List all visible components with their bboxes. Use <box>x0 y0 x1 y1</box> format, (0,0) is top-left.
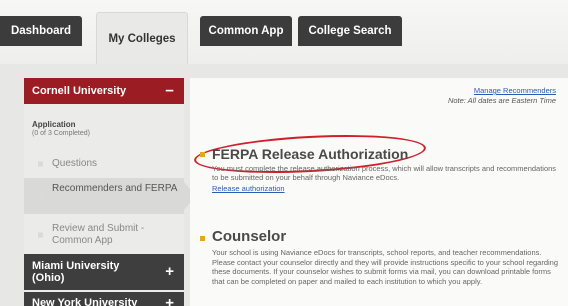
college-header-cornell[interactable]: Cornell University − <box>24 78 184 104</box>
ferpa-description: You must complete the release authorizat… <box>212 164 557 182</box>
content-panel: Cornell University − Application (0 of 3… <box>0 64 568 306</box>
section-bullet-icon <box>200 152 205 157</box>
college-name: Miami University (Ohio) <box>32 260 120 284</box>
tab-my-colleges[interactable]: My Colleges <box>96 12 188 64</box>
main-content: Manage Recommenders Note: All dates are … <box>190 78 568 306</box>
manage-recommenders-link[interactable]: Manage Recommenders <box>474 86 556 95</box>
expand-icon[interactable]: + <box>165 295 174 306</box>
step-label: Recommenders and FERPA <box>52 183 178 194</box>
college-name: New York University <box>32 297 138 306</box>
collapse-icon[interactable]: − <box>165 83 174 100</box>
timezone-note: Note: All dates are Eastern Time <box>447 96 556 105</box>
tab-college-search[interactable]: College Search <box>298 16 402 46</box>
step-recommenders-ferpa[interactable]: Recommenders and FERPA <box>24 178 196 214</box>
ferpa-heading: FERPA Release Authorization <box>212 146 409 162</box>
step-label: Review and Submit - Common App <box>52 223 145 246</box>
step-label: Questions <box>52 158 98 169</box>
step-questions[interactable]: Questions <box>24 156 184 172</box>
step-bullet-icon <box>38 232 43 238</box>
step-bullet-icon <box>38 161 43 167</box>
counselor-heading: Counselor <box>212 228 287 245</box>
counselor-description: Your school is using Naviance eDocs for … <box>212 248 559 286</box>
release-authorization-link[interactable]: Release authorization <box>212 184 285 193</box>
step-bullet-icon <box>38 193 43 199</box>
colleges-sidebar: Cornell University − Application (0 of 3… <box>24 78 196 306</box>
section-bullet-icon <box>200 236 205 241</box>
application-progress: (0 of 3 Completed) <box>32 130 90 137</box>
college-name: Cornell University <box>32 85 127 97</box>
application-heading: Application <box>32 120 76 129</box>
step-review-submit[interactable]: Review and Submit - Common App <box>24 220 184 250</box>
tab-dashboard[interactable]: Dashboard <box>0 16 82 46</box>
college-header-miami[interactable]: Miami University (Ohio) + <box>24 254 184 290</box>
expand-icon[interactable]: + <box>165 264 174 279</box>
college-header-nyu[interactable]: New York University + <box>24 292 184 306</box>
tab-common-app[interactable]: Common App <box>200 16 292 46</box>
top-navigation: Dashboard My Colleges Common App College… <box>0 0 568 64</box>
